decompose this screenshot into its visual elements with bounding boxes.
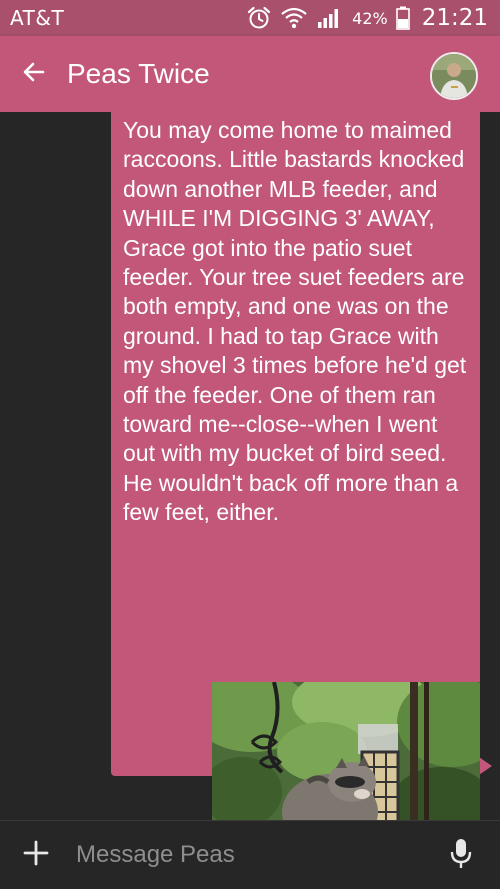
carrier-label: AT&T <box>10 6 65 30</box>
contact-avatar[interactable] <box>430 52 478 100</box>
signal-icon <box>316 6 342 30</box>
wifi-icon <box>280 5 308 31</box>
plus-icon <box>22 839 50 871</box>
contact-name[interactable]: Peas Twice <box>67 56 210 92</box>
microphone-icon <box>449 837 473 875</box>
voice-input-button[interactable] <box>446 837 476 875</box>
alarm-icon <box>246 5 272 31</box>
status-bar: AT&T 42% 21:21 <box>0 0 500 36</box>
message-input[interactable] <box>74 835 418 875</box>
clock: 21:21 <box>421 5 488 31</box>
arrow-left-icon <box>21 59 47 89</box>
battery-percent: 42% <box>352 8 388 28</box>
battery-icon <box>395 6 410 30</box>
attach-button[interactable] <box>18 837 54 873</box>
message-text: You may come home to maimed raccoons. Li… <box>123 117 467 526</box>
message-bubble[interactable]: You may come home to maimed raccoons. Li… <box>111 112 480 776</box>
image-attachment[interactable] <box>212 682 480 820</box>
raccoon-photo <box>212 682 480 820</box>
message-list[interactable]: You may come home to maimed raccoons. Li… <box>0 112 500 820</box>
status-icons: 42% 21:21 <box>246 4 488 32</box>
back-button[interactable] <box>14 54 54 94</box>
message-composer <box>0 820 500 889</box>
messaging-screen: AT&T 42% 21:21 Peas Twice You may come h… <box>0 0 500 889</box>
conversation-header: Peas Twice <box>0 36 500 112</box>
